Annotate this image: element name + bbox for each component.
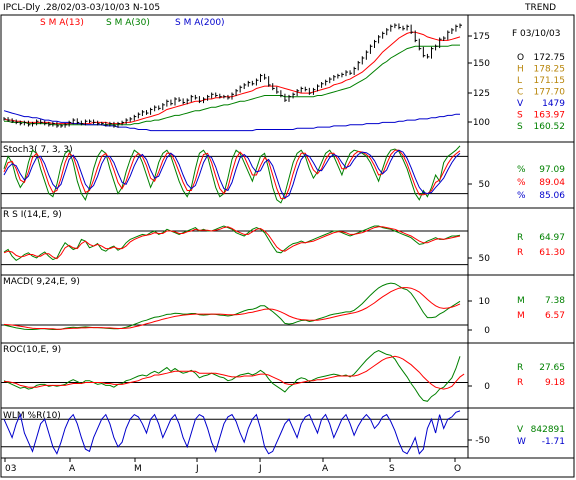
readout-label: O [517, 53, 524, 63]
value-tick-label: 50 [479, 254, 491, 264]
readout-label: V [517, 425, 524, 435]
readout-label: R [517, 248, 523, 258]
legend-label: MACD( 9,24,E, 9) [3, 277, 80, 287]
readout-label: H [517, 65, 524, 75]
legend-label: S M A(13) [40, 18, 84, 28]
value-tick-label: 50 [479, 180, 491, 190]
time-tick-label: A [69, 464, 76, 474]
readout-label: M [517, 311, 525, 321]
readout-label: S [517, 122, 523, 132]
readout-value: 85.06 [539, 191, 565, 201]
readout-value: 27.65 [539, 363, 565, 373]
readout-label: R [517, 233, 523, 243]
legend-label: ROC(10,E, 9) [3, 345, 61, 355]
readout-label: L [517, 76, 522, 86]
readout-value: 9.18 [545, 378, 565, 388]
readout-value: 172.75 [534, 53, 566, 63]
time-tick-label: J [258, 464, 262, 474]
time-tick-label: A [322, 464, 329, 474]
readout-label: W [517, 437, 526, 447]
legend-label: Stoch3( 7, 3, 3) [3, 145, 73, 155]
value-tick-label: 10 [479, 297, 491, 307]
legend-label: S M A(200) [175, 18, 225, 28]
readout-value: 64.97 [539, 233, 565, 243]
time-tick-label: O [454, 464, 461, 474]
time-tick-label: M [134, 464, 142, 474]
legend-label: S M A(30) [106, 18, 150, 28]
time-tick-label: 03 [5, 464, 16, 474]
stock-chart: IPCL-Dly .28/02/03-03/10/03 N-105 TREND … [0, 0, 576, 480]
readout-label: % [517, 191, 526, 201]
readout-label: S [517, 111, 523, 121]
readout-value: 160.52 [534, 122, 566, 132]
value-tick-label: 125 [473, 89, 490, 99]
value-tick-label: 150 [473, 59, 490, 69]
readout-value: 6.57 [545, 311, 565, 321]
time-tick-label: J [195, 464, 199, 474]
readout-value: 89.04 [539, 178, 565, 188]
value-tick-label: 0 [484, 326, 490, 336]
value-tick-label: -50 [475, 436, 490, 446]
readout-value: 7.38 [545, 296, 565, 306]
readout-value: -1.71 [542, 437, 565, 447]
readout-label: C [517, 88, 523, 98]
value-tick-label: 100 [473, 118, 490, 128]
readout-label: R [517, 378, 523, 388]
trend-label: TREND [524, 3, 556, 13]
value-tick-label: 0 [484, 382, 490, 392]
readout-label: V [517, 99, 524, 109]
readout-value: 178.25 [534, 65, 566, 75]
time-tick-label: S [389, 464, 395, 474]
readout-label: % [517, 165, 526, 175]
readout-label: M [517, 296, 525, 306]
readout-value: 171.15 [534, 76, 566, 86]
readout-value: 163.97 [534, 111, 566, 121]
readout-value: 61.30 [539, 248, 565, 258]
readout-value: 177.70 [534, 88, 566, 98]
readout-value: 1479 [542, 99, 565, 109]
value-tick-label: 175 [473, 32, 490, 42]
chart-title: IPCL-Dly .28/02/03-03/10/03 N-105 [3, 3, 160, 13]
date-readout: F 03/10/03 [512, 29, 560, 39]
readout-label: % [517, 178, 526, 188]
readout-value: 97.09 [539, 165, 565, 175]
readout-label: R [517, 363, 523, 373]
legend-label: R S I(14,E, 9) [3, 210, 62, 220]
readout-value: 842891 [531, 425, 565, 435]
